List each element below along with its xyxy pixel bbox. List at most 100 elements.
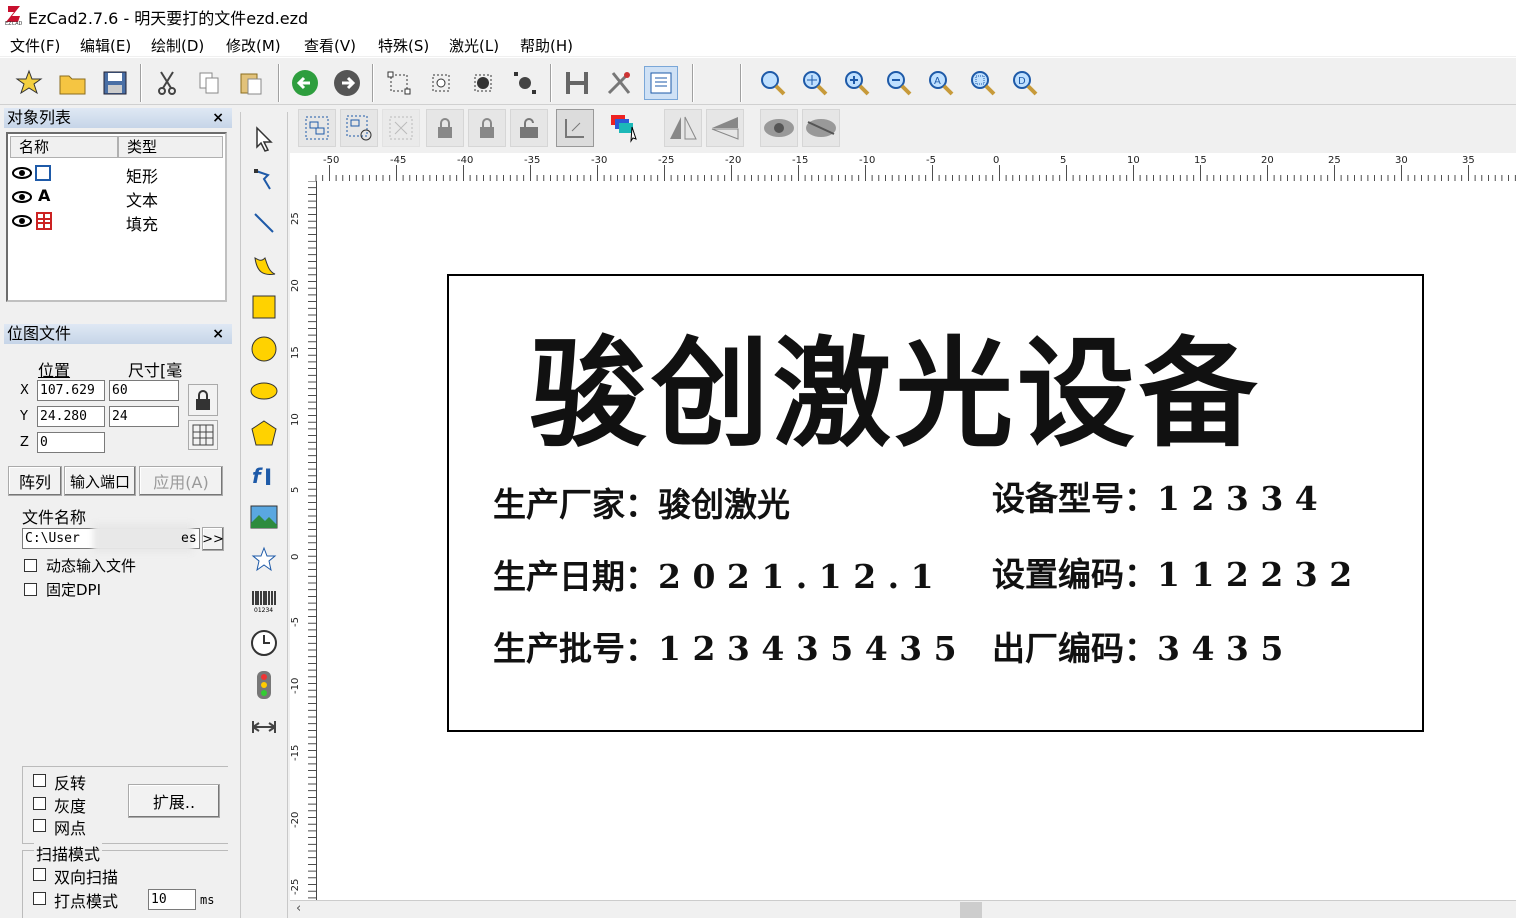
object-list-title: 对象列表 — [7, 108, 72, 127]
expand-button[interactable]: 扩展.. — [128, 784, 220, 818]
horizontal-scrollbar[interactable]: ‹ — [290, 900, 1516, 918]
undo-button[interactable] — [288, 66, 322, 100]
barcode-icon: 01234 — [252, 591, 276, 613]
node-edit-tool[interactable] — [247, 164, 281, 198]
redo-button[interactable] — [330, 66, 364, 100]
menu-draw[interactable]: 绘制(D) — [151, 35, 204, 56]
grid-position-button[interactable] — [188, 420, 218, 450]
select-fill-button[interactable] — [466, 66, 500, 100]
dynamic-input-checkbox[interactable] — [24, 559, 37, 572]
group-button[interactable] — [298, 109, 336, 147]
invert-checkbox[interactable] — [33, 774, 46, 787]
zoom-page-button[interactable]: D — [1008, 66, 1042, 100]
cut-button[interactable] — [150, 66, 184, 100]
input-port-button[interactable]: 输入端口 — [64, 466, 136, 496]
close-icon[interactable]: × — [212, 108, 224, 128]
array-button[interactable]: 阵列 — [8, 466, 62, 496]
gray-checkbox[interactable] — [33, 797, 46, 810]
select-group-button[interactable] — [424, 66, 458, 100]
dither-checkbox[interactable] — [33, 819, 46, 832]
fixed-dpi-checkbox[interactable] — [24, 583, 37, 596]
apply-button[interactable]: 应用(A) — [139, 466, 223, 496]
line-tool[interactable] — [247, 206, 281, 240]
paste-button[interactable] — [234, 66, 268, 100]
zoom-in-button[interactable] — [840, 66, 874, 100]
rectangle-icon — [35, 165, 51, 181]
y-position-field[interactable]: 24.280 — [37, 406, 105, 427]
ungroup-button[interactable] — [340, 109, 378, 147]
rectangle-tool[interactable] — [247, 290, 281, 324]
new-file-button[interactable] — [12, 66, 46, 100]
bitmap-tool[interactable] — [247, 500, 281, 534]
lock-button[interactable] — [426, 109, 464, 147]
curve-tool[interactable] — [247, 248, 281, 282]
menu-file[interactable]: 文件(F) — [10, 35, 60, 56]
scrollbar-thumb[interactable] — [960, 902, 982, 918]
io-tool[interactable] — [247, 668, 281, 702]
label-rectangle[interactable]: 骏创激光设备 生产厂家：骏创激光 设备型号：1 2 3 3 4 生产日期：2 0… — [447, 274, 1424, 732]
close-icon[interactable]: × — [212, 324, 224, 344]
polygon-tool[interactable] — [247, 416, 281, 450]
select-node-button[interactable] — [382, 66, 416, 100]
file-path-field[interactable]: C:\User es — [22, 523, 200, 553]
unlock-all-button[interactable] — [510, 109, 548, 147]
menu-edit[interactable]: 编辑(E) — [80, 35, 131, 56]
delay-tool[interactable] — [247, 626, 281, 660]
color-layer-button[interactable] — [606, 109, 644, 147]
zoom-out-button[interactable] — [882, 66, 916, 100]
menu-help[interactable]: 帮助(H) — [520, 35, 573, 56]
wrench-icon — [607, 72, 631, 95]
save-button[interactable] — [98, 66, 132, 100]
zoom-select-button[interactable] — [966, 66, 1000, 100]
unlock-button[interactable] — [468, 109, 506, 147]
parameters-button[interactable] — [644, 66, 678, 100]
svg-text:EZCAD: EZCAD — [5, 21, 22, 26]
mirror-vertical-button[interactable] — [706, 109, 744, 147]
coordinate-button[interactable] — [556, 109, 594, 147]
mirror-horizontal-button[interactable] — [664, 109, 702, 147]
clock-icon — [251, 630, 277, 656]
browse-button[interactable]: >> — [202, 527, 224, 551]
zoom-button[interactable] — [756, 66, 790, 100]
barcode-tool[interactable]: 01234 — [247, 584, 281, 618]
scroll-left-icon[interactable]: ‹ — [296, 901, 301, 916]
menu-modify[interactable]: 修改(M) — [226, 35, 281, 56]
list-item[interactable]: A 文本 — [12, 186, 224, 210]
menu-view[interactable]: 查看(V) — [304, 35, 356, 56]
lock-ratio-button[interactable] — [188, 384, 218, 416]
list-item[interactable]: 填充 — [12, 210, 224, 234]
hide-button[interactable] — [802, 109, 840, 147]
vector-file-tool[interactable] — [247, 542, 281, 576]
open-file-button[interactable] — [56, 66, 90, 100]
select-tool[interactable] — [247, 122, 281, 156]
y-size-field[interactable]: 24 — [109, 406, 179, 427]
ruler-corner-line — [316, 181, 332, 900]
tools-button[interactable] — [602, 66, 636, 100]
combine-icon — [389, 116, 413, 140]
show-button[interactable] — [760, 109, 798, 147]
col-type-header[interactable]: 类型 — [118, 136, 223, 158]
zoom-all-button[interactable]: A — [924, 66, 958, 100]
ruler-tick-label: -10 — [290, 678, 301, 694]
combine-button[interactable] — [382, 109, 420, 147]
zoom-pan-button[interactable] — [798, 66, 832, 100]
col-name-header[interactable]: 名称 — [10, 136, 118, 158]
x-size-field[interactable]: 60 — [109, 380, 179, 401]
svg-text:01234: 01234 — [254, 607, 273, 613]
bidirectional-scan-checkbox[interactable] — [33, 868, 46, 881]
menu-special[interactable]: 特殊(S) — [378, 35, 429, 56]
hatch-button[interactable] — [560, 66, 594, 100]
ellipse-tool[interactable] — [247, 374, 281, 408]
x-position-field[interactable]: 107.629 — [37, 380, 105, 401]
text-tool[interactable]: fI — [247, 458, 281, 492]
list-item[interactable]: 矩形 — [12, 162, 224, 186]
circle-tool[interactable] — [247, 332, 281, 366]
dot-mode-checkbox[interactable] — [33, 892, 46, 905]
menu-laser[interactable]: 激光(L) — [449, 35, 499, 56]
ruler-tick-label: -45 — [390, 155, 406, 166]
z-position-field[interactable]: 0 — [37, 432, 105, 453]
dot-time-field[interactable]: 10 — [148, 889, 196, 910]
select-all-button[interactable] — [508, 66, 542, 100]
copy-button[interactable] — [192, 66, 226, 100]
motion-tool[interactable] — [247, 710, 281, 744]
